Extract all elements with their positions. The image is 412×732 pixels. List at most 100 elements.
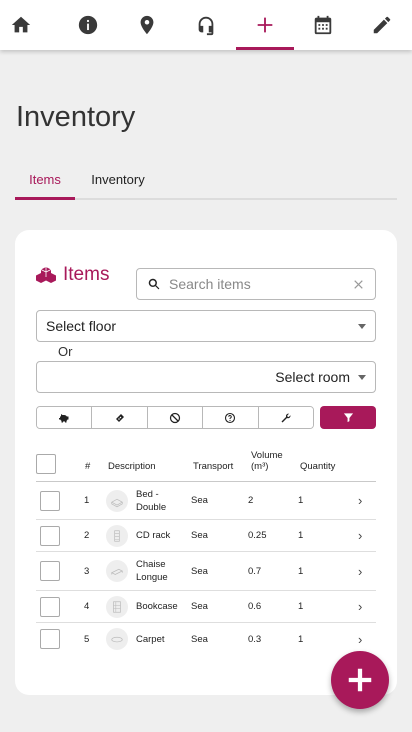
row-number: 4 [84, 601, 90, 612]
search-icon [148, 278, 160, 290]
row-transport: Sea [191, 565, 208, 577]
row-description: Bed - Double [136, 482, 166, 519]
row-description-line1: Bed - [136, 488, 159, 500]
plus-icon [348, 668, 372, 692]
row-number: 1 [84, 495, 90, 506]
search-box [136, 268, 376, 300]
room-select[interactable]: Select room [36, 361, 376, 393]
header-quantity: Quantity [300, 461, 336, 472]
tape-icon [115, 413, 124, 422]
row-number: 2 [84, 530, 90, 541]
row-quantity: 1 [298, 565, 304, 577]
row-checkbox-cell [40, 591, 60, 622]
nav-location[interactable] [118, 0, 176, 50]
nav-home[interactable] [0, 0, 50, 50]
chevron-right-icon[interactable]: › [358, 591, 362, 622]
filter-tape-button[interactable] [92, 407, 148, 428]
nav-calendar[interactable] [294, 0, 352, 50]
row-volume: 0.3 [248, 633, 262, 645]
row-description: Bookcase [136, 601, 178, 612]
filter-wrench-button[interactable] [258, 407, 313, 428]
pencil-icon [373, 16, 391, 34]
nav-add[interactable] [236, 0, 294, 50]
header-volume: Volume (m³) [251, 446, 283, 482]
nav-edit[interactable] [353, 0, 411, 50]
row-checkbox[interactable] [40, 596, 60, 617]
piggy-bank-icon [59, 413, 69, 422]
filter-apply-button[interactable] [320, 406, 376, 429]
table-row[interactable]: 4 Bookcase Sea 0.6 1 › [36, 591, 376, 623]
items-card: Items Select floor Or Select room [15, 230, 397, 695]
row-quantity: 1 [298, 495, 304, 506]
row-checkbox-cell [40, 520, 60, 551]
add-item-button[interactable] [331, 651, 389, 709]
row-thumb [106, 591, 128, 622]
or-label: Or [58, 344, 73, 359]
top-navigation-bar [0, 0, 412, 50]
table-row[interactable]: 3 Chaise Longue Sea 0.7 1 › [36, 552, 376, 591]
chevron-down-icon [358, 374, 366, 380]
row-thumb [106, 482, 128, 519]
chevron-down-icon [358, 323, 366, 329]
row-thumb [106, 552, 128, 590]
tab-inventory-label: Inventory [91, 171, 145, 187]
row-thumb [106, 623, 128, 655]
info-icon [78, 15, 98, 35]
tab-bar: Items Inventory [15, 160, 397, 200]
chevron-right-icon[interactable]: › [358, 552, 362, 590]
row-quantity: 1 [298, 530, 304, 541]
search-input[interactable] [169, 276, 352, 292]
row-checkbox-cell [40, 623, 60, 655]
nav-support[interactable] [177, 0, 235, 50]
row-checkbox[interactable] [40, 490, 60, 511]
boxes-icon [36, 267, 56, 283]
headset-icon [198, 16, 214, 36]
card-header: Items [35, 264, 109, 286]
tab-items-label: Items [29, 171, 61, 187]
plus-icon [257, 17, 273, 33]
filter-question-button[interactable] [203, 407, 259, 428]
row-number: 5 [84, 633, 90, 645]
filter-ban-button[interactable] [147, 407, 204, 428]
clear-icon[interactable] [352, 278, 365, 291]
filter-piggy-bank-button[interactable] [37, 407, 93, 428]
row-thumb [106, 520, 128, 551]
row-transport: Sea [191, 530, 208, 541]
header-volume-label: Volume [251, 450, 283, 461]
carpet-icon [111, 636, 123, 643]
row-checkbox[interactable] [40, 561, 60, 581]
row-description: Carpet [136, 633, 165, 645]
row-checkbox-cell [40, 552, 60, 590]
table-row[interactable]: 5 Carpet Sea 0.3 1 › [36, 623, 376, 655]
row-description-line2: Longue [136, 572, 168, 583]
table-row[interactable]: 2 CD rack Sea 0.25 1 › [36, 520, 376, 552]
row-number: 3 [84, 565, 90, 577]
row-transport: Sea [191, 495, 208, 506]
filter-button-group [36, 406, 314, 429]
row-checkbox[interactable] [40, 629, 60, 649]
select-all-checkbox[interactable] [36, 454, 56, 474]
floor-select[interactable]: Select floor [36, 310, 376, 342]
question-icon [225, 412, 236, 423]
row-transport: Sea [191, 633, 208, 645]
select-all-cell [36, 446, 56, 482]
header-number: # [85, 461, 91, 472]
chevron-right-icon[interactable]: › [358, 520, 362, 551]
card-title: Items [63, 264, 110, 285]
row-checkbox[interactable] [40, 525, 60, 546]
nav-info[interactable] [59, 0, 117, 50]
room-select-label: Select room [275, 369, 350, 385]
row-description: CD rack [136, 530, 171, 541]
row-transport: Sea [191, 601, 208, 612]
table-row[interactable]: 1 Bed - Double Sea 2 1 › [36, 482, 376, 520]
chevron-right-icon[interactable]: › [358, 482, 362, 519]
page-title: Inventory [16, 101, 136, 133]
header-volume-unit: (m³) [251, 461, 269, 472]
row-volume: 0.6 [248, 601, 262, 612]
ban-icon [169, 412, 181, 423]
tab-inventory[interactable]: Inventory [75, 160, 161, 198]
chaise-icon [110, 568, 124, 575]
wrench-icon [281, 413, 291, 422]
row-volume: 2 [248, 495, 254, 506]
tab-items[interactable]: Items [15, 160, 75, 200]
